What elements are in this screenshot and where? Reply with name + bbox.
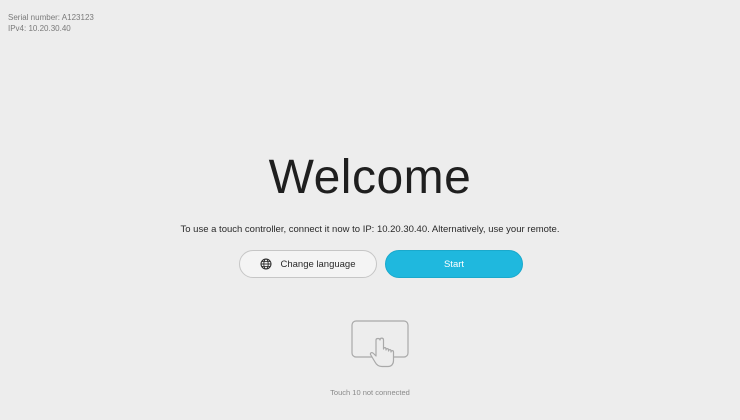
page-title: Welcome: [268, 151, 472, 204]
start-label: Start: [443, 258, 465, 270]
change-language-button[interactable]: Change language: [239, 250, 377, 278]
connect-instructions: To use a touch controller, connect it no…: [180, 224, 560, 235]
globe-icon: [260, 258, 272, 270]
device-info: Serial number: A123123 IPv4: 10.20.30.40: [8, 12, 94, 34]
serial-number: Serial number: A123123: [8, 13, 94, 22]
touch-status: Touch 10 not connected: [330, 388, 410, 397]
start-button[interactable]: Start: [385, 250, 523, 278]
change-language-label: Change language: [280, 258, 356, 270]
ipv4-address: IPv4: 10.20.30.40: [8, 24, 71, 33]
welcome-screen: Serial number: A123123 IPv4: 10.20.30.40…: [0, 0, 740, 420]
touch-panel-icon: [349, 318, 413, 372]
